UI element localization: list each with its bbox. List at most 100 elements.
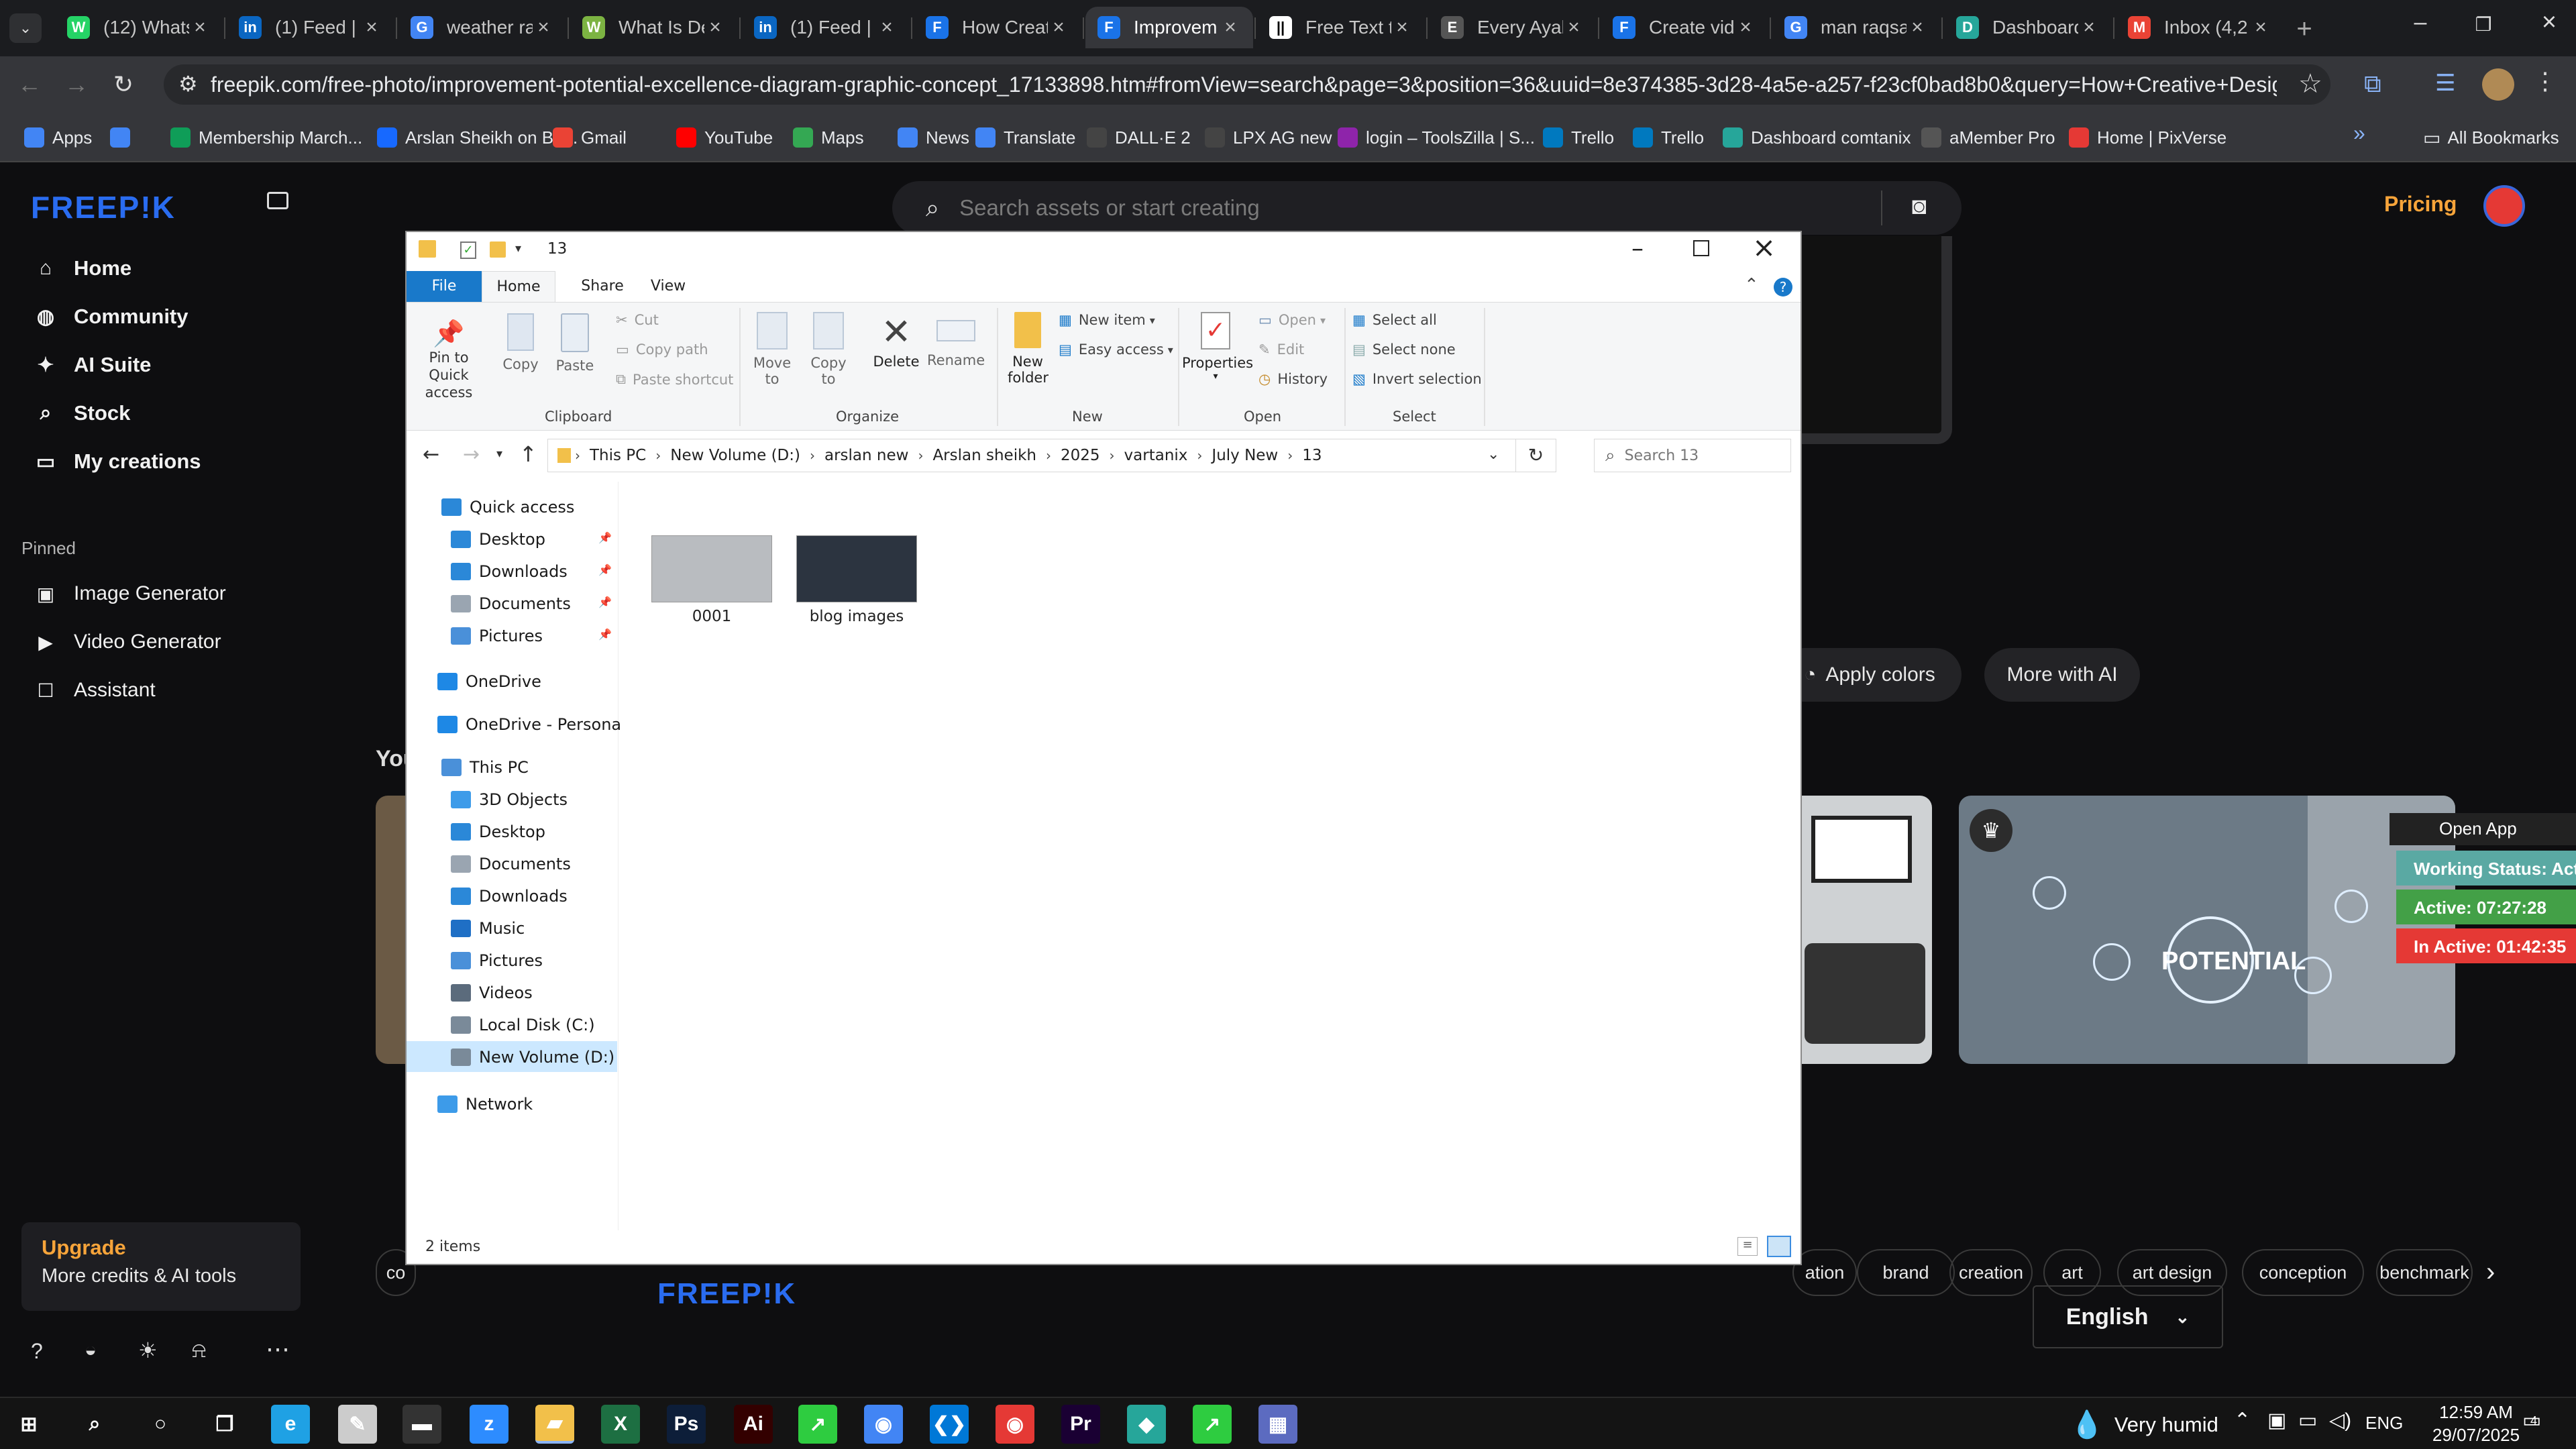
file-item[interactable]: blog images <box>793 535 920 625</box>
tags-next-icon[interactable]: › <box>2486 1257 2495 1287</box>
tree-pc-item[interactable]: Downloads <box>451 887 568 906</box>
app-green2-icon[interactable]: ↗ <box>1193 1405 1232 1444</box>
more-with-ai-button[interactable]: More with AI <box>1984 648 2140 702</box>
upgrade-card[interactable]: Upgrade More credits & AI tools <box>21 1222 301 1311</box>
breadcrumb-item[interactable]: This PC <box>590 447 646 464</box>
terminal-icon[interactable]: ▬ <box>402 1405 441 1444</box>
task-view-icon[interactable]: ❐ <box>205 1405 244 1444</box>
notification-center-icon[interactable]: ▭ 4 <box>2522 1409 2541 1432</box>
close-tab-icon[interactable]: × <box>1907 16 1928 39</box>
close-tab-icon[interactable]: × <box>2078 16 2100 39</box>
bookmark-item[interactable]: aMember Pro <box>1921 122 2055 153</box>
forward-button[interactable]: → <box>58 66 95 103</box>
site-info-icon[interactable]: ⚙ <box>178 71 198 97</box>
apply-colors-button[interactable]: ◔ Apply colors <box>1778 648 1962 702</box>
bookmark-item[interactable]: YouTube <box>676 122 773 153</box>
new-tab-button[interactable]: + <box>2288 12 2321 46</box>
tree-pc-item[interactable]: Music <box>451 919 525 938</box>
file-explorer-icon[interactable]: ▰ <box>535 1405 574 1444</box>
tag-chip[interactable]: conception <box>2242 1249 2364 1296</box>
address-dropdown-icon[interactable]: ⌄ <box>1487 446 1499 463</box>
nav-item[interactable]: ⌂ Home <box>32 256 131 280</box>
close-tab-icon[interactable]: × <box>1391 16 1413 39</box>
volume-icon[interactable]: ◁) <box>2329 1409 2351 1432</box>
open-app-button[interactable]: Open App <box>2390 813 2576 845</box>
breadcrumb-item[interactable]: July New <box>1212 447 1278 464</box>
select-none-button[interactable]: ▤ Select none <box>1352 341 1456 358</box>
show-hidden-icons-icon[interactable]: ⌃ <box>2234 1409 2251 1432</box>
paste-shortcut-button[interactable]: ⧉ Paste shortcut <box>616 371 733 388</box>
edge-icon[interactable]: e <box>271 1405 310 1444</box>
pinned-item[interactable]: ☐ Assistant <box>32 679 155 702</box>
clock[interactable]: 12:59 AM 29/07/2025 <box>2426 1401 2526 1446</box>
app-green-icon[interactable]: ↗ <box>798 1405 837 1444</box>
nav-item[interactable]: ▭ My creations <box>32 449 201 474</box>
search-box[interactable]: ⌕ Search 13 <box>1594 439 1791 472</box>
tree-onedrive-personal[interactable]: OneDrive - Personal <box>437 715 626 734</box>
refresh-button[interactable]: ↻ <box>1516 439 1556 472</box>
tree-quick-item[interactable]: Documents <box>451 594 571 613</box>
weather-widget[interactable]: 💧 Very humid <box>2070 1409 2218 1440</box>
search-icon[interactable]: ⌕ <box>75 1405 114 1444</box>
bookmark-item[interactable]: LPX AG new <box>1205 122 1332 153</box>
paste-button[interactable]: Paste <box>553 313 597 374</box>
footer-logo[interactable]: FREEP!K <box>657 1277 796 1311</box>
bookmark-item[interactable] <box>110 122 138 153</box>
tree-quick-item[interactable]: Pictures <box>451 627 543 645</box>
browser-tab[interactable]: W What Is De × <box>570 7 738 48</box>
browser-tab[interactable]: Gweather ra × <box>398 7 566 48</box>
pinned-item[interactable]: ▣ Image Generator <box>32 582 226 605</box>
maximize-button[interactable] <box>1693 240 1709 256</box>
help-icon[interactable]: ? <box>31 1339 43 1364</box>
language-select[interactable]: English ⌄ <box>2033 1285 2223 1348</box>
notifications-bell-icon[interactable]: ⍾ <box>192 1338 206 1363</box>
recent-locations-icon[interactable]: ▾ <box>496 447 502 461</box>
breadcrumb-item[interactable]: arslan new <box>824 447 908 464</box>
tab-share[interactable]: Share <box>576 271 629 302</box>
close-tab-icon[interactable]: × <box>1563 16 1585 39</box>
discord-icon[interactable]: ◒ <box>85 1339 97 1362</box>
file-item[interactable]: 0001 <box>648 535 775 625</box>
rename-button[interactable]: Rename <box>927 312 985 368</box>
bookmark-item[interactable]: Home | PixVerse <box>2069 122 2226 153</box>
nav-item[interactable]: ◍ Community <box>32 305 189 329</box>
reload-button[interactable]: ↻ <box>105 66 142 103</box>
tag-chip[interactable]: brand <box>1857 1249 1955 1296</box>
app-teal-icon[interactable]: ◆ <box>1127 1405 1166 1444</box>
illustrator-icon[interactable]: Ai <box>734 1405 773 1444</box>
bookmark-item[interactable]: Dashboard comtanix <box>1723 122 1911 153</box>
bookmark-item[interactable]: Apps <box>24 122 92 153</box>
pinned-item[interactable]: ▶ Video Generator <box>32 631 221 653</box>
tree-pc-item[interactable]: Desktop <box>451 822 545 841</box>
nav-item[interactable]: ⌕ Stock <box>32 401 131 425</box>
bookmark-item[interactable]: Maps <box>793 122 864 153</box>
cut-button[interactable]: ✂ Cut <box>616 312 659 328</box>
bookmark-item[interactable]: Gmail <box>553 122 627 153</box>
tab-view[interactable]: View <box>641 271 695 302</box>
new-item-button[interactable]: ▦ New item ▾ <box>1059 312 1155 328</box>
browser-tab[interactable]: M Inbox (4,2 × <box>2116 7 2284 48</box>
premiere-icon[interactable]: Pr <box>1061 1405 1100 1444</box>
open-button[interactable]: ▭ Open ▾ <box>1258 312 1326 328</box>
pen-icon[interactable]: ✎ <box>338 1405 377 1444</box>
close-tab-icon[interactable]: × <box>704 16 726 39</box>
tab-file[interactable]: File <box>407 271 482 302</box>
breadcrumb-item[interactable]: New Volume (D:) <box>670 447 800 464</box>
browser-tab[interactable]: || Free Text t × <box>1257 7 1425 48</box>
close-tab-icon[interactable]: × <box>1048 16 1069 39</box>
edit-button[interactable]: ✎ Edit <box>1258 341 1304 358</box>
minimize-button[interactable]: – <box>1631 235 1644 262</box>
profile-avatar[interactable] <box>2482 68 2514 101</box>
tag-chip[interactable]: ation <box>1792 1249 1857 1296</box>
tree-quick-access[interactable]: Quick access <box>441 498 574 517</box>
minimize-window-button[interactable]: – <box>2400 9 2440 47</box>
breadcrumb-item[interactable]: vartanix <box>1124 447 1188 464</box>
details-view-icon[interactable]: ≡ <box>1737 1237 1758 1256</box>
theme-icon[interactable]: ☀ <box>138 1338 158 1363</box>
media-control-icon[interactable]: ☰ <box>2435 70 2455 97</box>
bookmark-item[interactable]: Trello <box>1543 122 1614 153</box>
tree-pc-item[interactable]: Videos <box>451 983 533 1002</box>
tree-quick-item[interactable]: Desktop <box>451 530 545 549</box>
tab-list-button[interactable]: ⌄ <box>9 13 42 43</box>
copy-path-button[interactable]: ▭ Copy path <box>616 341 708 358</box>
